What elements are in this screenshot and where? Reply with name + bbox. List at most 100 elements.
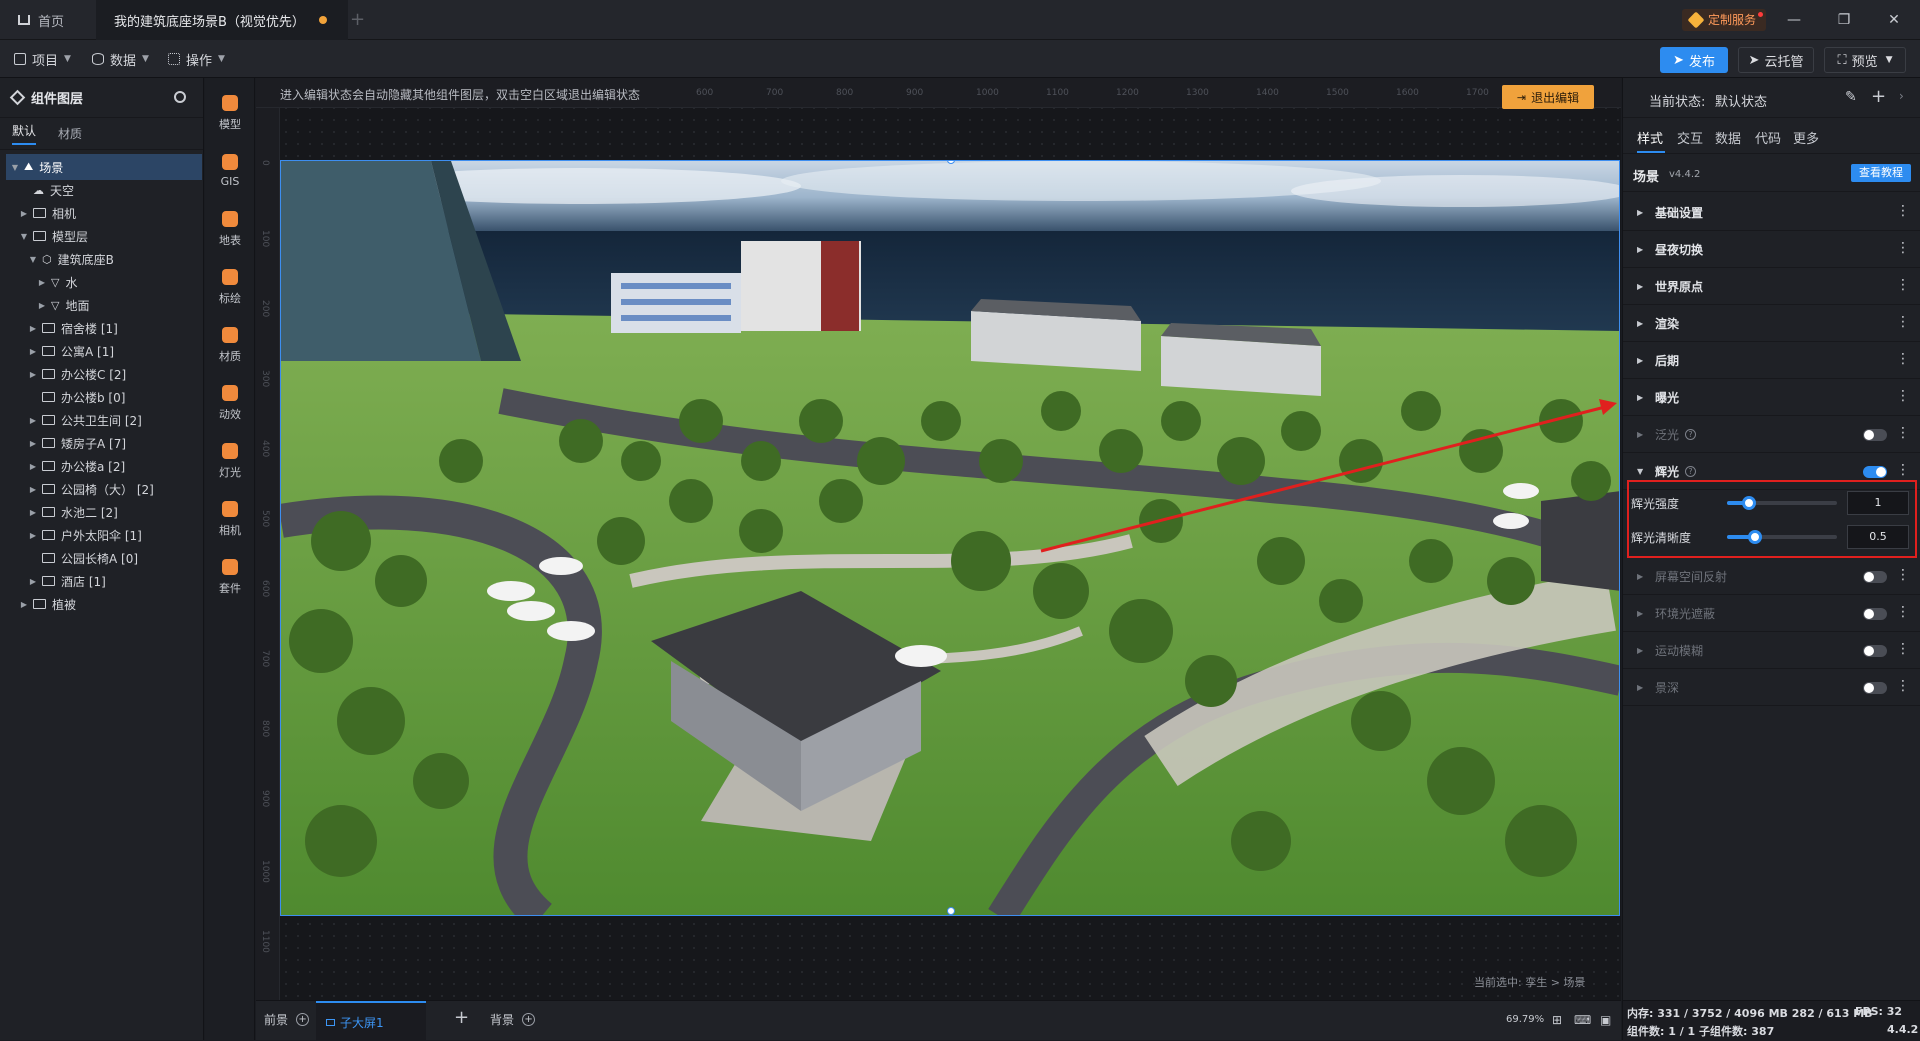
properties-tab[interactable]: 代码 [1755, 128, 1781, 147]
close-icon[interactable]: ✕ [1880, 8, 1908, 32]
cloud-hosting-button[interactable]: ➤ 云托管 [1738, 47, 1814, 73]
expand-right-icon[interactable]: ▶ [1637, 245, 1649, 254]
expand-right-icon[interactable]: ▶ [37, 301, 47, 310]
scene-viewport[interactable] [280, 160, 1620, 916]
property-section[interactable]: ▶ 景深 ⋮ [1623, 669, 1920, 706]
section-toggle[interactable] [1863, 466, 1887, 478]
add-state-plus-icon[interactable]: + [1871, 86, 1886, 107]
layer-item[interactable]: ▶ 植被 [6, 591, 202, 617]
glow-intensity-thumb[interactable] [1742, 496, 1756, 510]
minimize-icon[interactable]: — [1780, 8, 1808, 32]
expand-right-icon[interactable]: ▶ [1637, 208, 1649, 217]
exit-edit-button[interactable]: ⇥ 退出编辑 [1502, 85, 1594, 109]
expand-down-icon[interactable]: ▼ [10, 163, 20, 172]
expand-right-icon[interactable]: ▶ [28, 531, 38, 540]
property-section[interactable]: ▶ 世界原点 ⋮ [1623, 268, 1920, 305]
expand-right-icon[interactable]: ▶ [28, 416, 38, 425]
glow-clarity-thumb[interactable] [1747, 530, 1762, 544]
property-section[interactable]: ▶ 后期 ⋮ [1623, 342, 1920, 379]
add-circle-icon[interactable]: + [522, 1013, 536, 1026]
keyboard-icon[interactable]: ⌨ [1574, 1013, 1591, 1027]
menu-data[interactable]: 数据 ▼ [92, 48, 149, 70]
tool-1[interactable]: GIS [205, 142, 255, 200]
publish-button[interactable]: ➤ 发布 [1660, 47, 1728, 73]
tab-home[interactable]: 首页 [0, 0, 82, 40]
properties-tab[interactable]: 样式 [1637, 128, 1663, 147]
expand-right-icon[interactable]: ▶ [1637, 430, 1649, 439]
glow-intensity-input[interactable]: 1 [1847, 491, 1909, 515]
more-options-icon[interactable]: ⋮ [1896, 642, 1910, 656]
tool-2[interactable]: 地表 [205, 200, 255, 258]
expand-right-icon[interactable]: ▶ [1637, 393, 1649, 402]
properties-tab[interactable]: 交互 [1677, 128, 1703, 147]
tool-6[interactable]: 灯光 [205, 432, 255, 490]
menu-operate[interactable]: 操作 ▼ [168, 48, 225, 70]
tab-default[interactable]: 默认 [12, 122, 37, 145]
tab-foreground[interactable]: 前景 + [264, 1011, 310, 1028]
state-value[interactable]: 默认状态 [1715, 91, 1767, 110]
tab-project[interactable]: 我的建筑底座场景B（视觉优先） [96, 0, 348, 40]
expand-right-icon[interactable]: ▶ [1637, 356, 1649, 365]
property-section[interactable]: ▶ 基础设置 ⋮ [1623, 194, 1920, 231]
expand-right-icon[interactable]: ▶ [28, 485, 38, 494]
expand-right-icon[interactable]: ▶ [28, 324, 38, 333]
property-section[interactable]: ▶ 泛光? ⋮ [1623, 416, 1920, 453]
property-section[interactable]: ▶ 环境光遮蔽 ⋮ [1623, 595, 1920, 632]
edit-icon[interactable]: ✎ [1845, 89, 1857, 105]
tab-material[interactable]: 材质 [58, 125, 82, 142]
restore-icon[interactable]: ❐ [1830, 8, 1858, 32]
more-options-icon[interactable]: ⋮ [1896, 204, 1910, 218]
custom-service-button[interactable]: 定制服务 [1682, 9, 1767, 31]
menu-project[interactable]: 项目 ▼ [14, 48, 71, 70]
terminal-icon[interactable]: ▣ [1600, 1013, 1611, 1027]
more-options-icon[interactable]: ⋮ [1896, 679, 1910, 693]
more-options-icon[interactable]: ⋮ [1896, 241, 1910, 255]
expand-right-icon[interactable]: ▶ [28, 577, 38, 586]
expand-right-icon[interactable]: ▶ [19, 209, 29, 218]
add-circle-icon[interactable]: + [296, 1013, 310, 1026]
add-screen-plus-icon[interactable]: + [454, 1007, 469, 1028]
glow-clarity-input[interactable]: 0.5 [1847, 525, 1909, 549]
help-icon[interactable]: ? [1685, 465, 1697, 477]
more-options-icon[interactable]: ⋮ [1896, 426, 1910, 440]
expand-right-icon[interactable]: ▶ [1637, 282, 1649, 291]
new-tab-plus-icon[interactable]: + [350, 9, 365, 30]
zoom-level[interactable]: 69.79% [1506, 1014, 1544, 1025]
more-options-icon[interactable]: ⋮ [1896, 315, 1910, 329]
properties-tab[interactable]: 更多 [1793, 128, 1819, 147]
section-toggle[interactable] [1863, 608, 1887, 620]
tool-4[interactable]: 材质 [205, 316, 255, 374]
expand-right-icon[interactable]: ▶ [28, 347, 38, 356]
properties-tab[interactable]: 数据 [1715, 128, 1741, 147]
glow-clarity-slider[interactable] [1727, 530, 1837, 544]
tool-0[interactable]: 模型 [205, 84, 255, 142]
tab-background[interactable]: 背景 + [490, 1011, 536, 1028]
more-options-icon[interactable]: ⋮ [1896, 605, 1910, 619]
more-options-icon[interactable]: ⋮ [1896, 389, 1910, 403]
expand-down-icon[interactable]: ▼ [19, 232, 29, 241]
glow-intensity-slider[interactable] [1727, 496, 1837, 510]
expand-down-icon[interactable]: ▼ [1637, 467, 1649, 476]
help-icon[interactable]: ? [1685, 428, 1697, 440]
preview-button[interactable]: ⛶ 预览 ▼ [1824, 47, 1906, 73]
expand-down-icon[interactable]: ▼ [28, 255, 38, 264]
more-options-icon[interactable]: ⋮ [1896, 352, 1910, 366]
resize-handle-bottom[interactable] [947, 907, 955, 915]
expand-right-icon[interactable]: ▶ [1637, 609, 1649, 618]
expand-right-icon[interactable]: ▶ [19, 600, 29, 609]
tool-5[interactable]: 动效 [205, 374, 255, 432]
section-toggle[interactable] [1863, 682, 1887, 694]
more-options-icon[interactable]: ⋮ [1896, 568, 1910, 582]
fit-screen-icon[interactable]: ⊞ [1552, 1013, 1562, 1027]
expand-right-icon[interactable]: ▶ [28, 508, 38, 517]
property-section[interactable]: ▶ 曝光 ⋮ [1623, 379, 1920, 416]
section-toggle[interactable] [1863, 645, 1887, 657]
expand-right-icon[interactable]: ▶ [37, 278, 47, 287]
search-icon[interactable] [174, 91, 186, 103]
expand-right-icon[interactable]: ▶ [1637, 683, 1649, 692]
property-section[interactable]: ▶ 昼夜切换 ⋮ [1623, 231, 1920, 268]
view-tutorial-button[interactable]: 查看教程 [1851, 164, 1911, 182]
expand-right-icon[interactable]: ▶ [28, 462, 38, 471]
more-options-icon[interactable]: ⋮ [1896, 278, 1910, 292]
tool-3[interactable]: 标绘 [205, 258, 255, 316]
